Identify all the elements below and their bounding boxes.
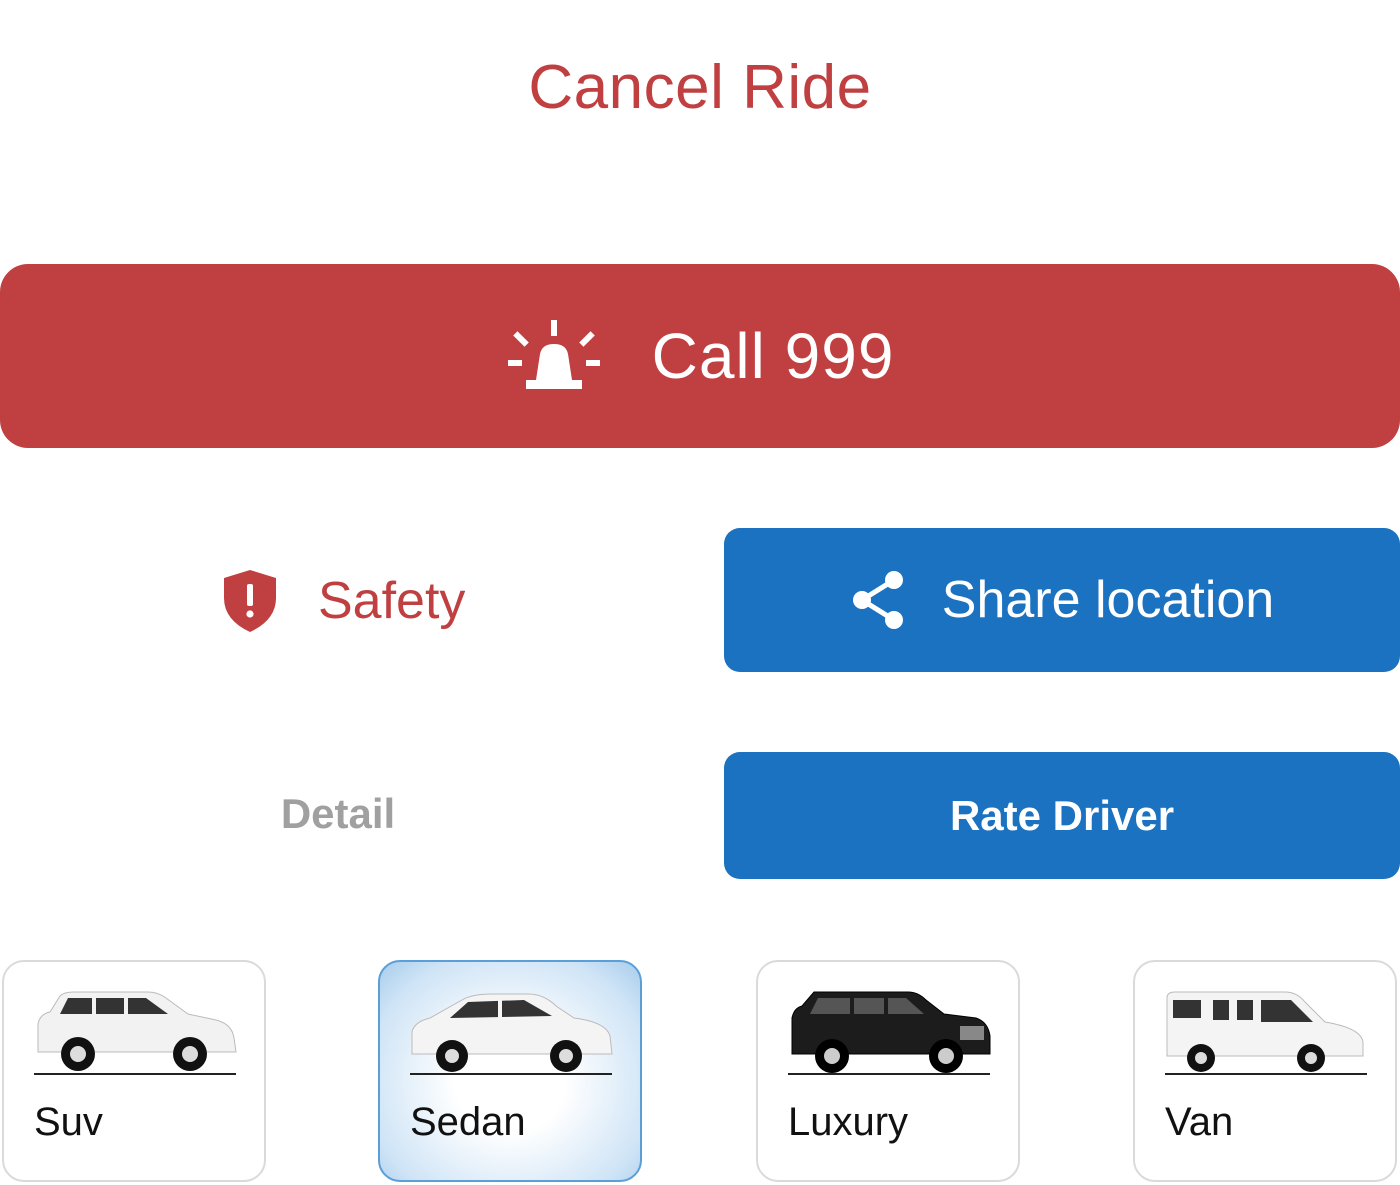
vehicle-card-sedan[interactable]: Sedan — [378, 960, 642, 1182]
detail-button[interactable]: Detail — [0, 790, 676, 838]
siren-icon — [506, 318, 602, 394]
cancel-ride-button[interactable]: Cancel Ride — [0, 52, 1400, 123]
share-location-button[interactable]: Share location — [724, 528, 1400, 672]
vehicle-label: Luxury — [788, 1100, 909, 1144]
call-label: Call 999 — [651, 320, 895, 392]
rate-label: Rate Driver — [949, 791, 1175, 839]
rate-driver-button[interactable]: Rate Driver — [724, 752, 1400, 879]
vehicle-card-van[interactable]: Van — [1133, 960, 1397, 1182]
vehicle-label: Van — [1165, 1100, 1234, 1144]
vehicle-card-suv[interactable]: Suv — [2, 960, 266, 1182]
shield-alert-icon — [222, 568, 278, 634]
vehicle-label: Sedan — [410, 1100, 526, 1144]
vehicle-label: Suv — [34, 1100, 103, 1144]
share-label: Share location — [941, 571, 1275, 629]
vehicle-card-luxury[interactable]: Luxury — [756, 960, 1020, 1182]
share-icon — [850, 570, 906, 630]
call-emergency-button[interactable]: Call 999 — [0, 264, 1400, 448]
safety-label: Safety — [318, 572, 466, 630]
safety-button[interactable]: Safety — [222, 566, 465, 636]
